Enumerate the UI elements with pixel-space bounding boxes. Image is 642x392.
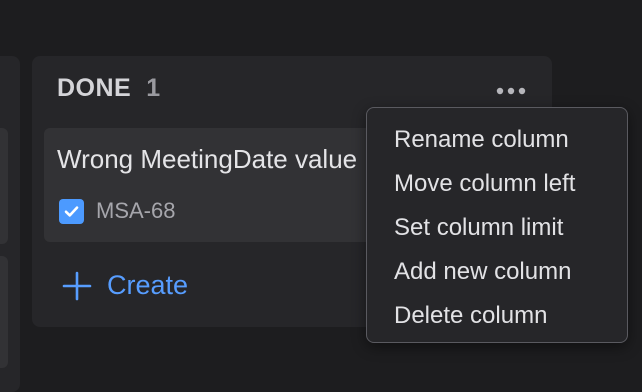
menu-item-set-column-limit[interactable]: Set column limit <box>367 206 627 250</box>
issue-card-footer: MSA-68 <box>59 198 175 224</box>
menu-item-add-new-column[interactable]: Add new column <box>367 250 627 294</box>
menu-item-move-column-left[interactable]: Move column left <box>367 162 627 206</box>
column-title: DONE <box>57 74 132 102</box>
column-issue-count: 1 <box>146 74 161 102</box>
menu-item-rename-column[interactable]: Rename column <box>367 118 627 162</box>
column-actions-menu: Rename column Move column left Set colum… <box>366 107 628 343</box>
more-horizontal-icon <box>496 87 526 95</box>
column-more-actions-button[interactable] <box>490 78 532 104</box>
previous-column-card[interactable] <box>0 256 8 368</box>
issue-key: MSA-68 <box>96 198 176 223</box>
column-header: DONE 1 <box>57 74 160 103</box>
board: DONE 1 Wrong MeetingDate value MSA-68 Cr… <box>0 0 642 392</box>
issue-card-title: Wrong MeetingDate value <box>57 144 358 174</box>
checkbox-task-icon <box>59 198 84 224</box>
plus-icon <box>62 271 92 300</box>
create-issue-button[interactable]: Create <box>62 270 188 301</box>
create-issue-label: Create <box>107 270 189 300</box>
previous-column-card[interactable] <box>0 128 8 244</box>
menu-item-delete-column[interactable]: Delete column <box>367 294 627 338</box>
